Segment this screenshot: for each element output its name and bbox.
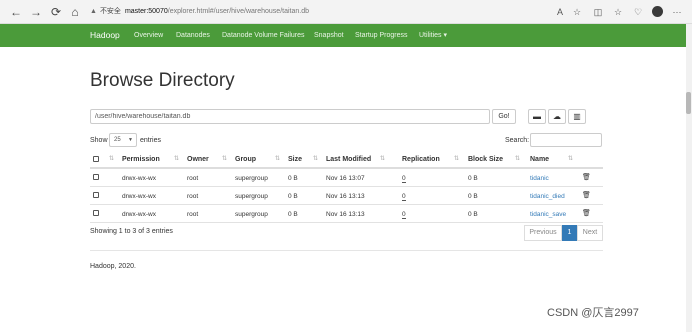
chevron-down-icon: ▼	[128, 137, 133, 143]
header-size[interactable]: Size	[288, 156, 302, 163]
header-group[interactable]: Group	[235, 156, 256, 163]
table-header: ⇅ Permission ⇅ Owner ⇅ Group ⇅ Size ⇅ La…	[90, 152, 603, 169]
sort-icon[interactable]: ⇅	[515, 155, 520, 162]
home-icon[interactable]: ⌂	[67, 4, 83, 20]
brand-link[interactable]: Hadoop	[90, 24, 120, 47]
cell-name-link[interactable]: tidanic	[530, 175, 549, 182]
page-1-button[interactable]: 1	[562, 225, 577, 241]
sort-icon[interactable]: ⇅	[222, 155, 227, 162]
address-bar[interactable]: ▲ 不安全 master:50070/explorer.html#/user/hiv…	[90, 4, 540, 20]
cell-last-modified: Nov 16 13:13	[326, 211, 365, 218]
nav-startup-progress[interactable]: Startup Progress	[355, 24, 408, 47]
scrollbar-thumb[interactable]	[686, 92, 691, 114]
header-block-size[interactable]: Block Size	[468, 156, 503, 163]
row-checkbox[interactable]	[93, 192, 99, 198]
search-label: Search:	[505, 137, 530, 144]
avatar[interactable]	[652, 6, 663, 17]
cell-owner: root	[187, 211, 199, 218]
forward-arrow-icon[interactable]: →	[28, 4, 44, 20]
divider	[90, 250, 603, 251]
table-row: drwx-wx-wx root supergroup 0 B Nov 16 13…	[90, 205, 603, 223]
cell-size: 0 B	[288, 211, 298, 218]
header-name[interactable]: Name	[530, 156, 549, 163]
sort-icon[interactable]: ⇅	[109, 155, 114, 162]
sort-icon[interactable]: ⇅	[454, 155, 459, 162]
nav-snapshot[interactable]: Snapshot	[314, 24, 344, 47]
sort-icon[interactable]: ⇅	[174, 155, 179, 162]
split-screen-icon[interactable]: ◫	[591, 5, 605, 19]
nav-overview[interactable]: Overview	[134, 24, 163, 47]
cell-last-modified: Nov 16 13:13	[326, 193, 365, 200]
table-row: drwx-wx-wx root supergroup 0 B Nov 16 13…	[90, 187, 603, 205]
entries-label: entries	[140, 137, 162, 144]
nav-volume-failures[interactable]: Datanode Volume Failures	[222, 24, 305, 47]
star-icon[interactable]: ☆	[570, 5, 584, 19]
page-size-value: 25	[114, 137, 121, 143]
folder-open-icon[interactable]: ▬	[528, 109, 546, 124]
trash-icon[interactable]: 🗑	[582, 173, 591, 181]
watermark: CSDN @仄言2997	[547, 307, 639, 319]
cell-group: supergroup	[235, 193, 268, 200]
footer-text: Hadoop, 2020.	[90, 263, 136, 270]
cell-block-size: 0 B	[468, 193, 478, 200]
nav-datanodes[interactable]: Datanodes	[176, 24, 210, 47]
cell-permission[interactable]: drwx-wx-wx	[122, 193, 156, 200]
select-all-checkbox[interactable]	[93, 156, 99, 162]
nav-utilities[interactable]: Utilities ▾	[419, 24, 447, 47]
cell-replication[interactable]: 0	[402, 193, 406, 201]
page-title: Browse Directory	[90, 70, 235, 91]
header-last-modified[interactable]: Last Modified	[326, 156, 371, 163]
cell-size: 0 B	[288, 193, 298, 200]
warning-triangle-icon: ▲	[90, 8, 97, 15]
cell-name-link[interactable]: tidanic_save	[530, 211, 566, 218]
hadoop-navbar: Hadoop Overview Datanodes Datanode Volum…	[0, 24, 686, 47]
url-path: /explorer.html#/user/hive/warehouse/tait…	[167, 8, 309, 15]
browser-toolbar: ← → ⟳ ⌂ ▲ 不安全 master:50070/explorer.html#/…	[0, 0, 692, 24]
sort-icon[interactable]: ⇅	[568, 155, 573, 162]
header-owner[interactable]: Owner	[187, 156, 209, 163]
url-host: master:50070	[124, 8, 168, 15]
cell-permission[interactable]: drwx-wx-wx	[122, 211, 156, 218]
cell-size: 0 B	[288, 175, 298, 182]
sort-icon[interactable]: ⇅	[313, 155, 318, 162]
sort-icon[interactable]: ⇅	[380, 155, 385, 162]
show-label: Show	[90, 137, 108, 144]
cell-block-size: 0 B	[468, 175, 478, 182]
path-input[interactable]	[90, 109, 490, 124]
cell-replication[interactable]: 0	[402, 175, 406, 183]
previous-button[interactable]: Previous	[524, 225, 562, 241]
cell-last-modified: Nov 16 13:07	[326, 175, 365, 182]
sort-icon[interactable]: ⇅	[275, 155, 280, 162]
scrollbar-track[interactable]	[686, 24, 692, 332]
heart-icon[interactable]: ♡	[631, 5, 645, 19]
trash-icon[interactable]: 🗑	[582, 209, 591, 217]
trash-icon[interactable]: 🗑	[582, 191, 591, 199]
cell-name-link[interactable]: tidanic_died	[530, 193, 565, 200]
row-checkbox[interactable]	[93, 174, 99, 180]
favorites-icon[interactable]: ☆	[611, 5, 625, 19]
cell-owner: root	[187, 175, 199, 182]
row-checkbox[interactable]	[93, 210, 99, 216]
reload-icon[interactable]: ⟳	[48, 4, 64, 20]
cell-group: supergroup	[235, 175, 268, 182]
upload-icon[interactable]: ☁	[548, 109, 566, 124]
go-button[interactable]: Go!	[492, 109, 516, 124]
header-permission[interactable]: Permission	[122, 156, 160, 163]
table-info: Showing 1 to 3 of 3 entries	[90, 228, 173, 235]
back-arrow-icon[interactable]: ←	[8, 4, 24, 20]
page-size-select[interactable]: 25 ▼	[109, 133, 137, 147]
next-button[interactable]: Next	[577, 225, 603, 241]
cell-block-size: 0 B	[468, 211, 478, 218]
cell-owner: root	[187, 193, 199, 200]
cell-permission[interactable]: drwx-wx-wx	[122, 175, 156, 182]
cell-group: supergroup	[235, 211, 268, 218]
cell-replication[interactable]: 0	[402, 211, 406, 219]
read-aloud-button[interactable]: A	[553, 5, 567, 19]
table-row: drwx-wx-wx root supergroup 0 B Nov 16 13…	[90, 169, 603, 187]
search-input[interactable]	[530, 133, 602, 147]
header-replication[interactable]: Replication	[402, 156, 440, 163]
clipboard-icon[interactable]: ▥	[568, 109, 586, 124]
insecure-label: 不安全	[99, 8, 121, 15]
menu-button[interactable]: ···	[670, 5, 684, 19]
